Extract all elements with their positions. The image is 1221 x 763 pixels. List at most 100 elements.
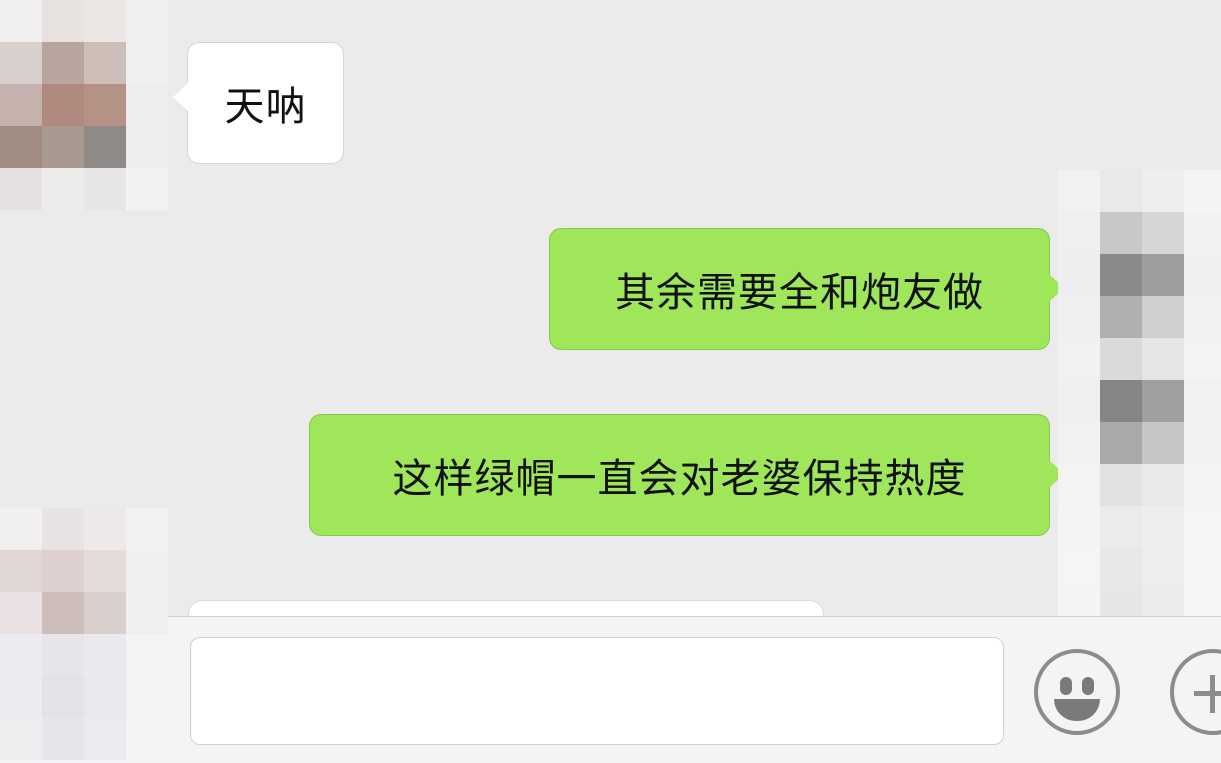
avatar-pixel	[1142, 296, 1184, 338]
avatar-pixel	[42, 676, 84, 718]
avatar-pixel	[42, 718, 84, 760]
avatar-pixel	[0, 718, 42, 760]
avatar-pixel	[42, 126, 84, 168]
avatar-pixel	[1142, 422, 1184, 464]
avatar-pixel	[1142, 506, 1184, 548]
avatar-pixel	[1184, 380, 1221, 422]
avatar-pixel	[1058, 170, 1100, 212]
outgoing-message-bubble[interactable]: 这样绿帽一直会对老婆保持热度	[309, 414, 1064, 536]
message-text: 天呐	[224, 84, 307, 130]
avatar-pixel	[0, 676, 42, 718]
emoji-mouth	[1054, 699, 1100, 721]
avatar-pixel	[1058, 338, 1100, 380]
avatar-pixel	[0, 592, 42, 634]
avatar-pixel	[42, 550, 84, 592]
avatar-pixel	[1184, 170, 1221, 212]
avatar-pixel	[1058, 464, 1100, 506]
avatar-pixel	[1142, 212, 1184, 254]
avatar-pixel	[1184, 422, 1221, 464]
avatar-pixel	[126, 550, 168, 592]
avatar-pixel	[42, 42, 84, 84]
avatar-pixel	[126, 592, 168, 634]
incoming-message-bubble[interactable]: 天呐	[173, 42, 344, 164]
emoji-icon[interactable]	[1034, 649, 1120, 735]
avatar-pixel	[1142, 548, 1184, 590]
avatar-pixel	[84, 676, 126, 718]
avatar-pixel	[1100, 380, 1142, 422]
contact-avatar-bottom[interactable]	[0, 508, 168, 760]
avatar-pixel	[1184, 548, 1221, 590]
avatar-pixel	[84, 508, 126, 550]
avatar-pixel	[126, 168, 168, 210]
avatar-pixel	[1100, 464, 1142, 506]
avatar-pixel	[126, 84, 168, 126]
avatar-pixel	[0, 84, 42, 126]
avatar-pixel	[1058, 506, 1100, 548]
avatar-pixel	[126, 508, 168, 550]
avatar-pixel	[1058, 212, 1100, 254]
avatar-pixel	[126, 126, 168, 168]
avatar-pixel	[0, 508, 42, 550]
avatar-pixel	[0, 126, 42, 168]
avatar-pixel	[1142, 338, 1184, 380]
chat-area: 天呐 其余需要全和炮友做 这样绿帽一直会对老婆保持热度	[0, 0, 1221, 716]
avatar-pixel	[1142, 380, 1184, 422]
message-text: 其余需要全和炮友做	[615, 270, 984, 316]
avatar-pixel	[84, 84, 126, 126]
avatar-pixel	[126, 676, 168, 718]
outgoing-message-bubble[interactable]: 其余需要全和炮友做	[549, 228, 1064, 350]
avatar-pixel	[1184, 254, 1221, 296]
avatar-pixel	[1142, 254, 1184, 296]
avatar-pixel	[1142, 170, 1184, 212]
avatar-pixel	[1184, 464, 1221, 506]
avatar-pixel	[84, 592, 126, 634]
avatar-pixel	[84, 168, 126, 210]
plus-bar	[1210, 675, 1215, 713]
avatar-pixel	[1100, 170, 1142, 212]
avatar-pixel	[42, 634, 84, 676]
avatar-pixel	[1100, 506, 1142, 548]
avatar-pixel	[42, 84, 84, 126]
avatar-pixel	[42, 508, 84, 550]
avatar-pixel	[0, 168, 42, 210]
avatar-pixel	[1100, 422, 1142, 464]
avatar-pixel	[0, 0, 42, 42]
message-input[interactable]	[190, 637, 1004, 745]
emoji-eye	[1060, 677, 1072, 695]
avatar-pixel	[1100, 548, 1142, 590]
avatar-pixel	[1100, 338, 1142, 380]
avatar-pixel	[84, 0, 126, 42]
avatar-pixel	[1142, 464, 1184, 506]
avatar-pixel	[126, 42, 168, 84]
contact-avatar[interactable]	[0, 0, 168, 210]
plus-bar	[1194, 691, 1221, 696]
avatar-pixel	[0, 550, 42, 592]
emoji-eye	[1082, 677, 1094, 695]
avatar-pixel	[1058, 422, 1100, 464]
avatar-pixel	[1058, 254, 1100, 296]
avatar-pixel	[126, 634, 168, 676]
avatar-pixel	[1184, 212, 1221, 254]
avatar-pixel	[1100, 254, 1142, 296]
avatar-pixel	[0, 42, 42, 84]
avatar-pixel	[42, 592, 84, 634]
avatar-pixel	[1100, 212, 1142, 254]
bubble-tail	[173, 83, 188, 111]
avatar-pixel	[1058, 296, 1100, 338]
avatar-pixel	[1058, 380, 1100, 422]
avatar-pixel	[84, 550, 126, 592]
avatar-pixel	[84, 718, 126, 760]
avatar-pixel	[1184, 296, 1221, 338]
avatar-pixel	[84, 126, 126, 168]
avatar-pixel	[42, 168, 84, 210]
avatar-pixel	[0, 634, 42, 676]
avatar-pixel	[1184, 338, 1221, 380]
message-text: 这样绿帽一直会对老婆保持热度	[392, 456, 967, 502]
avatar-pixel	[1184, 506, 1221, 548]
avatar-pixel	[1058, 548, 1100, 590]
avatar-pixel	[42, 0, 84, 42]
avatar-pixel	[1100, 296, 1142, 338]
avatar-pixel	[126, 718, 168, 760]
avatar-pixel	[126, 0, 168, 42]
avatar-pixel	[84, 42, 126, 84]
